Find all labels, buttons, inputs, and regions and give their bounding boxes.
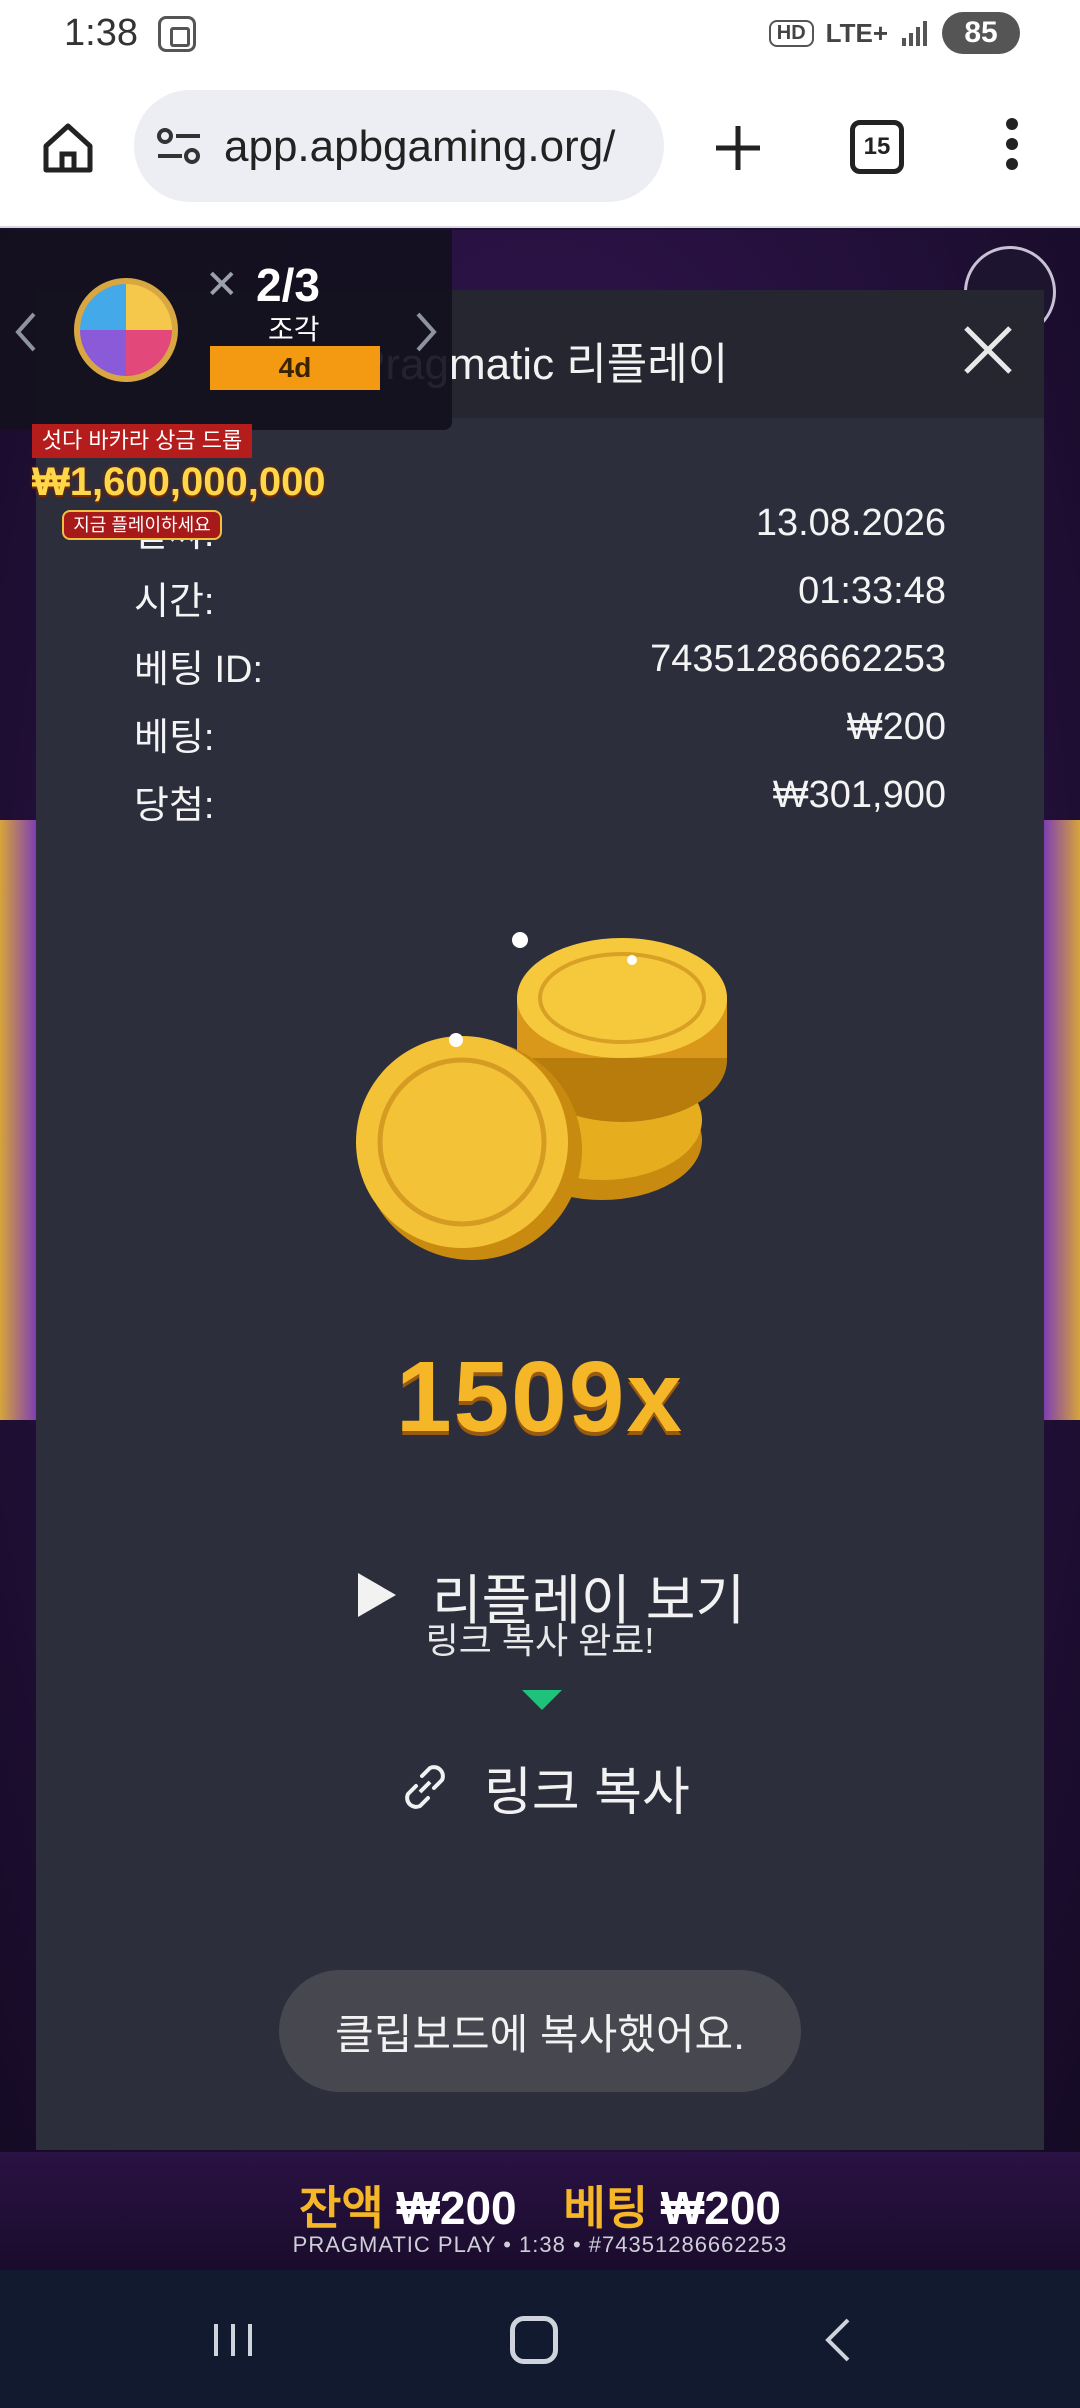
- battery-indicator: 85: [942, 12, 1020, 54]
- browser-menu-icon[interactable]: [1000, 118, 1024, 178]
- info-label: 당첨:: [134, 785, 215, 827]
- promo-close-icon[interactable]: ✕: [205, 262, 239, 308]
- tooltip-arrow-icon: [522, 1690, 562, 1710]
- url-text[interactable]: app.apbgaming.org/: [224, 122, 649, 172]
- close-icon[interactable]: [960, 322, 1016, 378]
- copy-link-button[interactable]: 링크 복사: [398, 1752, 690, 1822]
- info-row-bet: 베팅: ₩200: [134, 706, 946, 759]
- game-frame-right: [1044, 820, 1080, 1420]
- balance-line: 잔액 ₩200 베팅 ₩200: [0, 2172, 1080, 2238]
- gold-coins-icon: [356, 932, 727, 1260]
- page: 1:38 HD LTE+ 85 app.apbgaming.org/ 15 Pr…: [0, 0, 1080, 2408]
- back-icon[interactable]: [820, 2316, 854, 2364]
- info-label: 시간:: [134, 581, 215, 623]
- prize-wheel-icon[interactable]: [74, 278, 178, 382]
- promo-progress: 2/3: [256, 259, 320, 311]
- play-now-button[interactable]: 지금 플레이하세요: [62, 510, 222, 540]
- home-icon[interactable]: [40, 120, 96, 176]
- link-icon[interactable]: [398, 1760, 452, 1814]
- status-bar: 1:38 HD LTE+ 85: [0, 0, 1080, 68]
- info-value: 01:33:48: [798, 570, 946, 612]
- balance-value: ₩200: [396, 2182, 517, 2234]
- replay-modal: Pragmatic 리플레이 날짜: 13.08.2026 시간: 01:33:…: [36, 290, 1044, 2150]
- info-value: ₩301,900: [772, 774, 946, 816]
- bet-label: 베팅: [563, 2182, 649, 2234]
- promo-days-badge: 4d: [210, 346, 380, 390]
- address-bar[interactable]: app.apbgaming.org/: [134, 90, 664, 202]
- info-label: 베팅:: [134, 717, 215, 759]
- prize-drop-title: 섯다 바카라 상금 드롭: [32, 424, 252, 458]
- recents-icon[interactable]: [210, 2320, 256, 2360]
- prize-drop-banner[interactable]: 섯다 바카라 상금 드롭 ₩1,600,000,000 지금 플레이하세요: [32, 424, 326, 544]
- info-row-win: 당첨: ₩301,900: [134, 774, 946, 827]
- link-copied-tooltip: 링크 복사 완료!: [425, 1620, 655, 1661]
- network-type: LTE+: [825, 17, 888, 48]
- tab-switcher-button[interactable]: 15: [850, 120, 904, 174]
- chevron-left-icon[interactable]: [12, 310, 40, 354]
- provider-line: PRAGMATIC PLAY • 1:38 • #74351286662253: [292, 2232, 788, 2257]
- chevron-right-icon[interactable]: [412, 310, 440, 354]
- new-tab-icon[interactable]: [710, 120, 766, 176]
- bet-value: ₩200: [660, 2182, 781, 2234]
- info-value: ₩200: [846, 706, 946, 748]
- info-row-date: 날짜: 13.08.2026: [134, 502, 946, 555]
- browser-toolbar: app.apbgaming.org/ 15: [0, 68, 1080, 228]
- info-row-bet-id: 베팅 ID: 74351286662253: [134, 638, 946, 691]
- system-nav-bar: [0, 2270, 1080, 2408]
- screenshot-icon: [158, 16, 196, 52]
- clipboard-toast: 클립보드에 복사했어요.: [279, 1970, 801, 2092]
- hd-badge: HD: [768, 19, 814, 47]
- promo-widget[interactable]: ✕ 2/3 조각 4d: [0, 230, 452, 430]
- site-settings-icon[interactable]: [156, 126, 202, 166]
- home-nav-icon[interactable]: [510, 2316, 558, 2364]
- game-info-bar: 잔액 ₩200 베팅 ₩200 PRAGMATIC PLAY • 1:38 • …: [0, 2152, 1080, 2270]
- info-value: 74351286662253: [650, 638, 946, 680]
- prize-drop-amount: ₩1,600,000,000: [32, 460, 326, 504]
- game-frame-left: [0, 820, 36, 1420]
- info-row-time: 시간: 01:33:48: [134, 570, 946, 623]
- info-value: 13.08.2026: [755, 502, 946, 544]
- status-time: 1:38: [64, 12, 138, 54]
- signal-icon: [902, 21, 927, 46]
- balance-label: 잔액: [299, 2182, 384, 2234]
- copy-link-label[interactable]: 링크 복사: [484, 1750, 690, 1825]
- promo-unit: 조각: [268, 314, 320, 345]
- status-indicators: HD LTE+ 85: [768, 10, 1020, 56]
- win-multiplier: 1509x: [395, 1341, 685, 1453]
- info-label: 베팅 ID:: [134, 649, 264, 691]
